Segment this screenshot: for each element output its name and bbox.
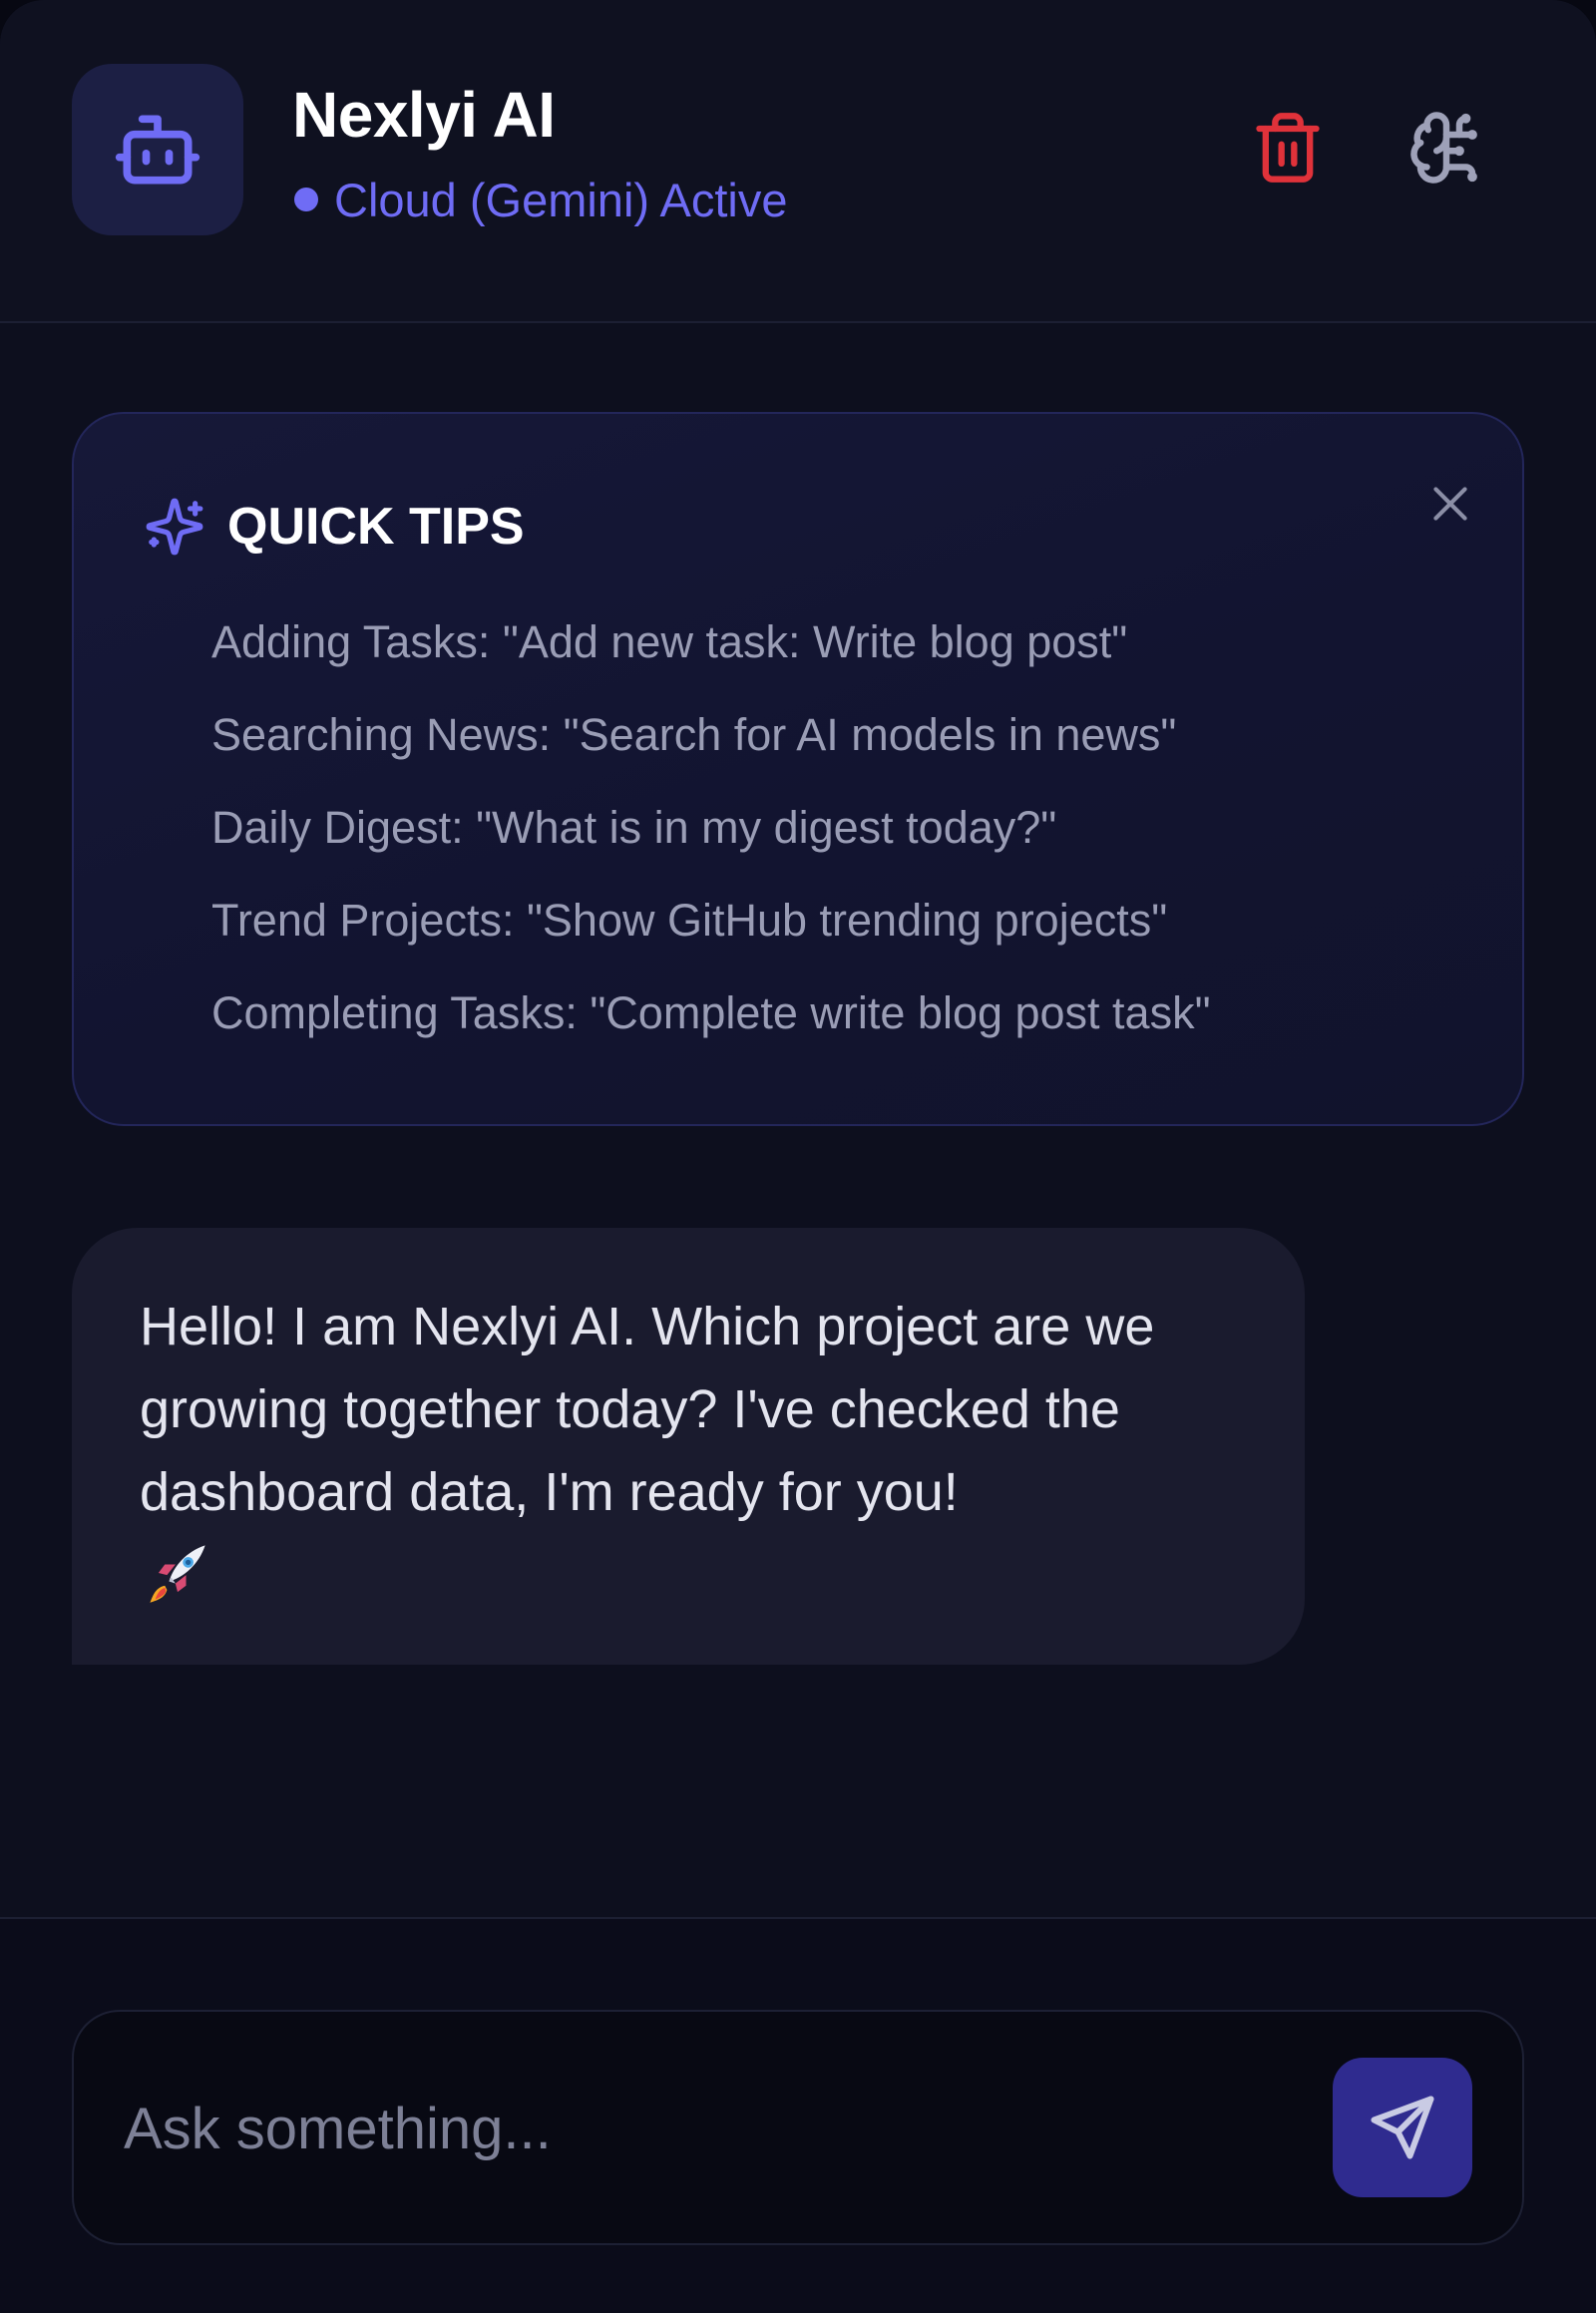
chat-footer	[0, 1917, 1596, 2313]
rocket-icon	[150, 1545, 205, 1603]
tip-item: Daily Digest: "What is in my digest toda…	[211, 802, 1057, 853]
memory-button[interactable]	[1398, 100, 1494, 195]
chat-input-container	[72, 2010, 1524, 2245]
quick-tips-title: QUICK TIPS	[227, 498, 525, 556]
assistant-message: Hello! I am Nexlyi AI. Which project are…	[72, 1228, 1305, 1665]
quick-tips-header: QUICK TIPS	[144, 492, 525, 562]
close-icon	[1433, 487, 1467, 521]
sparkles-icon	[146, 498, 203, 556]
send-button[interactable]	[1333, 2058, 1472, 2197]
send-icon	[1371, 2096, 1434, 2159]
brain-icon	[1410, 112, 1477, 184]
chat-header: Nexlyi AI Cloud (Gemini) Active	[0, 0, 1596, 323]
connection-status: Cloud (Gemini) Active	[292, 172, 788, 227]
chat-input[interactable]	[124, 2060, 1321, 2197]
status-dot-icon	[294, 188, 318, 211]
status-text: Cloud (Gemini) Active	[334, 173, 788, 226]
trash-icon	[1256, 113, 1320, 183]
clear-chat-button[interactable]	[1240, 100, 1336, 195]
close-tips-button[interactable]	[1410, 464, 1490, 544]
tip-item: Adding Tasks: "Add new task: Write blog …	[211, 616, 1128, 667]
tip-item: Trend Projects: "Show GitHub trending pr…	[211, 895, 1168, 946]
tip-item: Searching News: "Search for AI models in…	[211, 709, 1177, 760]
tip-item: Completing Tasks: "Complete write blog p…	[211, 987, 1211, 1038]
quick-tips-card: QUICK TIPS Adding Tasks: "Add new task: …	[72, 412, 1524, 1126]
message-text: Hello! I am Nexlyi AI. Which project are…	[140, 1297, 1155, 1522]
robot-icon	[115, 115, 200, 185]
assistant-name: Nexlyi AI	[292, 79, 556, 151]
chat-panel: Nexlyi AI Cloud (Gemini) Active QUICK TI…	[0, 0, 1596, 2313]
avatar	[72, 64, 243, 235]
